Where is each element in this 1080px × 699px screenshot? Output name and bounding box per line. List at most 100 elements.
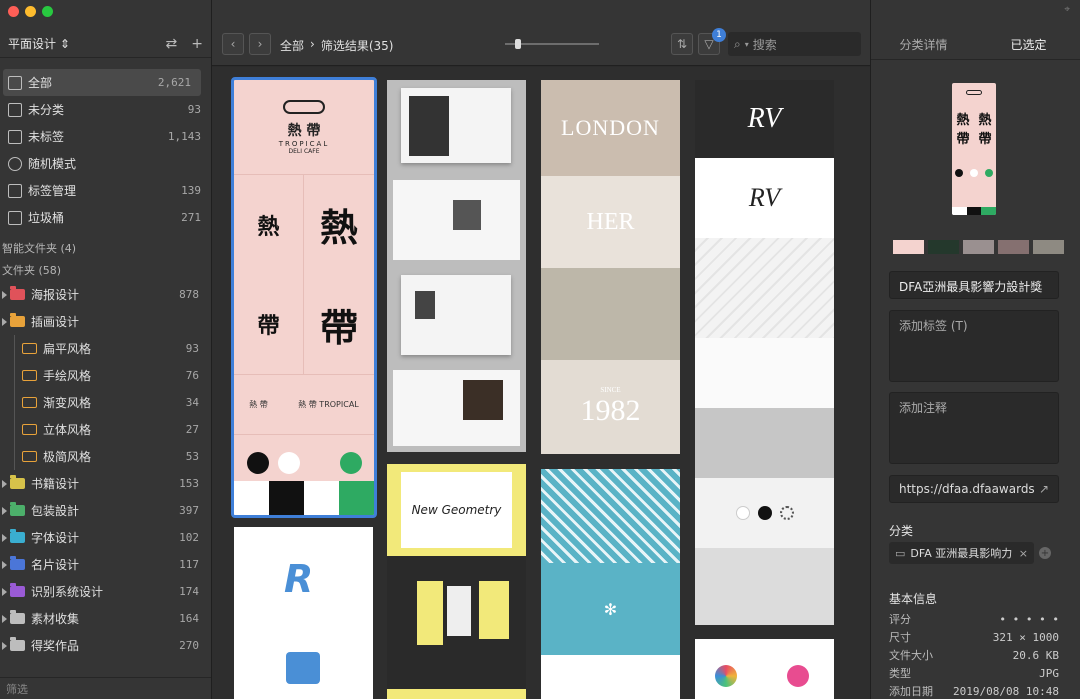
asset-card-packaging[interactable] bbox=[387, 556, 526, 689]
slider-knob[interactable] bbox=[515, 39, 521, 49]
asset-card-london[interactable]: LONDON HER SINCE 1982 bbox=[541, 80, 680, 454]
disclosure-triangle-icon[interactable] bbox=[2, 641, 7, 650]
folder-item[interactable]: 包装設計 397 bbox=[0, 497, 211, 524]
folder-item[interactable]: 渐变风格 34 bbox=[0, 389, 211, 416]
disclosure-triangle-icon[interactable] bbox=[2, 560, 7, 569]
nav-item-all[interactable]: 全部 2,621 bbox=[3, 69, 201, 96]
inspector-panel: ⌖ 分类详情 已选定 熱熱 帶帶 DFA亞洲最具影響力設計獎 添加标签 (T) … bbox=[870, 0, 1080, 699]
tab-selected[interactable]: 已选定 bbox=[976, 30, 1080, 59]
random-icon bbox=[8, 156, 22, 171]
info-row-size: 尺寸 321 × 1000 bbox=[889, 630, 1059, 645]
color-swatch[interactable] bbox=[893, 240, 924, 254]
color-swatch[interactable] bbox=[963, 240, 994, 254]
card-text: RV bbox=[695, 80, 834, 158]
sort-button[interactable]: ⇅ bbox=[671, 33, 693, 55]
disclosure-triangle-icon[interactable] bbox=[2, 479, 7, 488]
asset-card-rv[interactable]: RV RV bbox=[695, 80, 834, 625]
tags-field[interactable]: 添加标签 (T) bbox=[889, 310, 1059, 382]
smart-folders-header[interactable]: 智能文件夹 (4) bbox=[0, 237, 211, 259]
folder-icon bbox=[22, 343, 37, 354]
folder-item[interactable]: 海报设计 878 bbox=[0, 281, 211, 308]
disclosure-triangle-icon[interactable] bbox=[2, 614, 7, 623]
close-window-button[interactable] bbox=[8, 6, 19, 17]
folder-item[interactable]: 识别系统设计 174 bbox=[0, 578, 211, 605]
asset-card-brain[interactable] bbox=[695, 639, 834, 699]
folder-item[interactable]: 素材收集 164 bbox=[0, 605, 211, 632]
tag-icon bbox=[8, 183, 22, 198]
color-swatch[interactable] bbox=[998, 240, 1029, 254]
title-value: DFA亞洲最具影響力設計獎 bbox=[899, 280, 1043, 294]
asset-card-geometry[interactable]: New Geometry bbox=[387, 464, 526, 556]
trash-icon bbox=[8, 210, 22, 225]
search-input[interactable]: ⌕ ▾ 搜索 bbox=[728, 32, 861, 56]
back-button[interactable]: ‹ bbox=[222, 33, 244, 55]
folder-label: 插画设计 bbox=[31, 315, 80, 329]
folder-item[interactable]: 立体风格 27 bbox=[0, 416, 211, 443]
category-chip[interactable]: ▭ DFA 亚洲最具影响力 × bbox=[889, 542, 1034, 564]
folder-count: 270 bbox=[179, 639, 199, 652]
folder-item[interactable]: 手绘风格 76 bbox=[0, 362, 211, 389]
disclosure-triangle-icon[interactable] bbox=[2, 317, 7, 326]
swap-icon[interactable]: ⇄ bbox=[166, 36, 178, 52]
folder-item[interactable]: 得奖作品 270 bbox=[0, 632, 211, 659]
folders-header[interactable]: 文件夹 (58) bbox=[0, 259, 211, 281]
folder-count: 117 bbox=[179, 558, 199, 571]
folder-icon bbox=[10, 313, 25, 327]
folder-item[interactable]: 极简风格 53 bbox=[0, 443, 211, 470]
breadcrumb-root[interactable]: 全部 bbox=[280, 37, 304, 54]
asset-card-tropical[interactable]: 熱 帶 TROPICAL DELI CAFE 熱帶 熱帶 熱 帶熱 帶 TROP… bbox=[231, 77, 377, 518]
folder-count: 34 bbox=[185, 396, 199, 409]
sidebar-filter[interactable]: 筛选 bbox=[0, 677, 211, 699]
disclosure-triangle-icon[interactable] bbox=[2, 506, 7, 515]
card-text: SINCE bbox=[600, 386, 621, 394]
forward-button[interactable]: › bbox=[249, 33, 271, 55]
pin-icon[interactable]: ⌖ bbox=[1064, 4, 1070, 15]
library-switcher[interactable]: 平面设计 ⇕ ⇄ + bbox=[0, 30, 211, 58]
folder-count: 76 bbox=[185, 369, 199, 382]
disclosure-triangle-icon[interactable] bbox=[2, 533, 7, 542]
rating-stars[interactable]: • • • • • bbox=[999, 613, 1059, 626]
library-name[interactable]: 平面设计 ⇕ bbox=[8, 35, 70, 52]
disclosure-triangle-icon[interactable] bbox=[2, 290, 7, 299]
asset-card-yellow[interactable] bbox=[387, 689, 526, 699]
color-swatch[interactable] bbox=[1033, 240, 1064, 254]
title-field[interactable]: DFA亞洲最具影響力設計獎 bbox=[889, 271, 1059, 299]
app-window: 平面设计 ⇕ ⇄ + 全部 2,621 未分类 93 未标签 1,143 随机模式 标… bbox=[0, 0, 1080, 699]
folder-icon bbox=[10, 529, 25, 543]
card-text: LONDON bbox=[541, 80, 680, 176]
add-category-icon[interactable]: + bbox=[1039, 547, 1051, 559]
nav-item-tags[interactable]: 标签管理 139 bbox=[0, 177, 211, 204]
tree-guide bbox=[14, 362, 15, 389]
folder-item[interactable]: 插画设计 bbox=[0, 308, 211, 335]
open-link-icon[interactable]: ↗ bbox=[1039, 482, 1049, 496]
remove-category-icon[interactable]: × bbox=[1019, 547, 1028, 560]
asset-card-magazine[interactable] bbox=[387, 80, 526, 452]
disclosure-triangle-icon[interactable] bbox=[2, 587, 7, 596]
asset-card-pattern[interactable]: ✻ bbox=[541, 469, 680, 699]
zoom-window-button[interactable] bbox=[42, 6, 53, 17]
preview-thumbnail[interactable]: 熱熱 帶帶 bbox=[952, 83, 996, 215]
minimize-window-button[interactable] bbox=[25, 6, 36, 17]
url-field[interactable]: https://dfaa.dfaawards ↗ bbox=[889, 475, 1059, 503]
notes-field[interactable]: 添加注释 bbox=[889, 392, 1059, 464]
color-swatch[interactable] bbox=[928, 240, 959, 254]
folder-count: 397 bbox=[179, 504, 199, 517]
thumbnail-size-slider[interactable] bbox=[505, 39, 599, 49]
filter-input[interactable]: 筛选 bbox=[6, 681, 28, 697]
folder-item[interactable]: 名片设计 117 bbox=[0, 551, 211, 578]
asset-card-r-logo[interactable]: R bbox=[234, 527, 373, 699]
category-value: DFA 亚洲最具影响力 bbox=[910, 547, 1013, 560]
breadcrumb-current: 筛选结果(35) bbox=[320, 39, 394, 53]
color-palette bbox=[893, 240, 1064, 254]
add-icon[interactable]: + bbox=[191, 36, 203, 52]
nav-item-trash[interactable]: 垃圾桶 271 bbox=[0, 204, 211, 231]
folder-item[interactable]: 扁平风格 93 bbox=[0, 335, 211, 362]
nav-item-unsorted[interactable]: 未分类 93 bbox=[0, 96, 211, 123]
nav-item-random[interactable]: 随机模式 bbox=[0, 150, 211, 177]
folder-label: 极简风格 bbox=[43, 450, 92, 464]
folder-item[interactable]: 字体设计 102 bbox=[0, 524, 211, 551]
tab-category-details[interactable]: 分类详情 bbox=[871, 30, 976, 59]
tree-guide bbox=[14, 335, 15, 362]
nav-item-untagged[interactable]: 未标签 1,143 bbox=[0, 123, 211, 150]
folder-item[interactable]: 书籍设计 153 bbox=[0, 470, 211, 497]
